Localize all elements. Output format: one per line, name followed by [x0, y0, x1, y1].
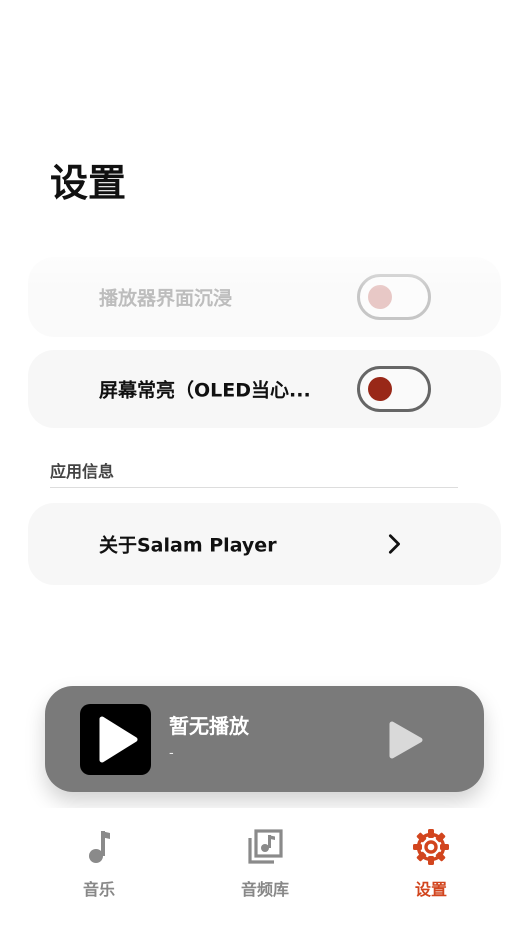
- about-label: 关于Salam Player: [99, 534, 277, 557]
- nav-item-settings[interactable]: 设置: [371, 828, 491, 900]
- about-app-item[interactable]: 关于Salam Player: [28, 503, 501, 585]
- player-subtitle: -: [169, 746, 174, 761]
- keep-screen-on-toggle[interactable]: [357, 366, 431, 412]
- album-cover: [80, 704, 151, 775]
- nav-label: 音频库: [240, 880, 289, 899]
- nav-label: 音乐: [82, 880, 115, 899]
- page-title: 设置: [50, 161, 127, 205]
- divider: [50, 487, 458, 488]
- mini-player[interactable]: 暂无播放 -: [45, 686, 484, 792]
- nav-label: 设置: [414, 880, 447, 899]
- bottom-navigation: 音乐 音频库 设置: [0, 808, 529, 940]
- nav-item-music[interactable]: 音乐: [39, 828, 159, 900]
- scroll-fade: [0, 235, 529, 290]
- setting-label: 屏幕常亮（OLED当心...: [99, 379, 311, 402]
- music-note-icon: [89, 831, 110, 863]
- chevron-right-icon: [388, 534, 400, 554]
- setting-keep-screen-on[interactable]: 屏幕常亮（OLED当心...: [28, 350, 501, 428]
- section-title-app-info: 应用信息: [50, 462, 115, 481]
- nav-item-library[interactable]: 音频库: [205, 828, 325, 900]
- player-title: 暂无播放: [169, 714, 249, 738]
- play-button[interactable]: [383, 718, 427, 762]
- toggle-knob: [368, 377, 392, 401]
- music-library-icon: [248, 829, 283, 864]
- play-icon: [99, 716, 138, 763]
- settings-screen: 设置 播放器界面沉浸 屏幕常亮（OLED当心... 应用信息 关于Salam P…: [0, 0, 529, 940]
- gear-icon: [413, 829, 449, 865]
